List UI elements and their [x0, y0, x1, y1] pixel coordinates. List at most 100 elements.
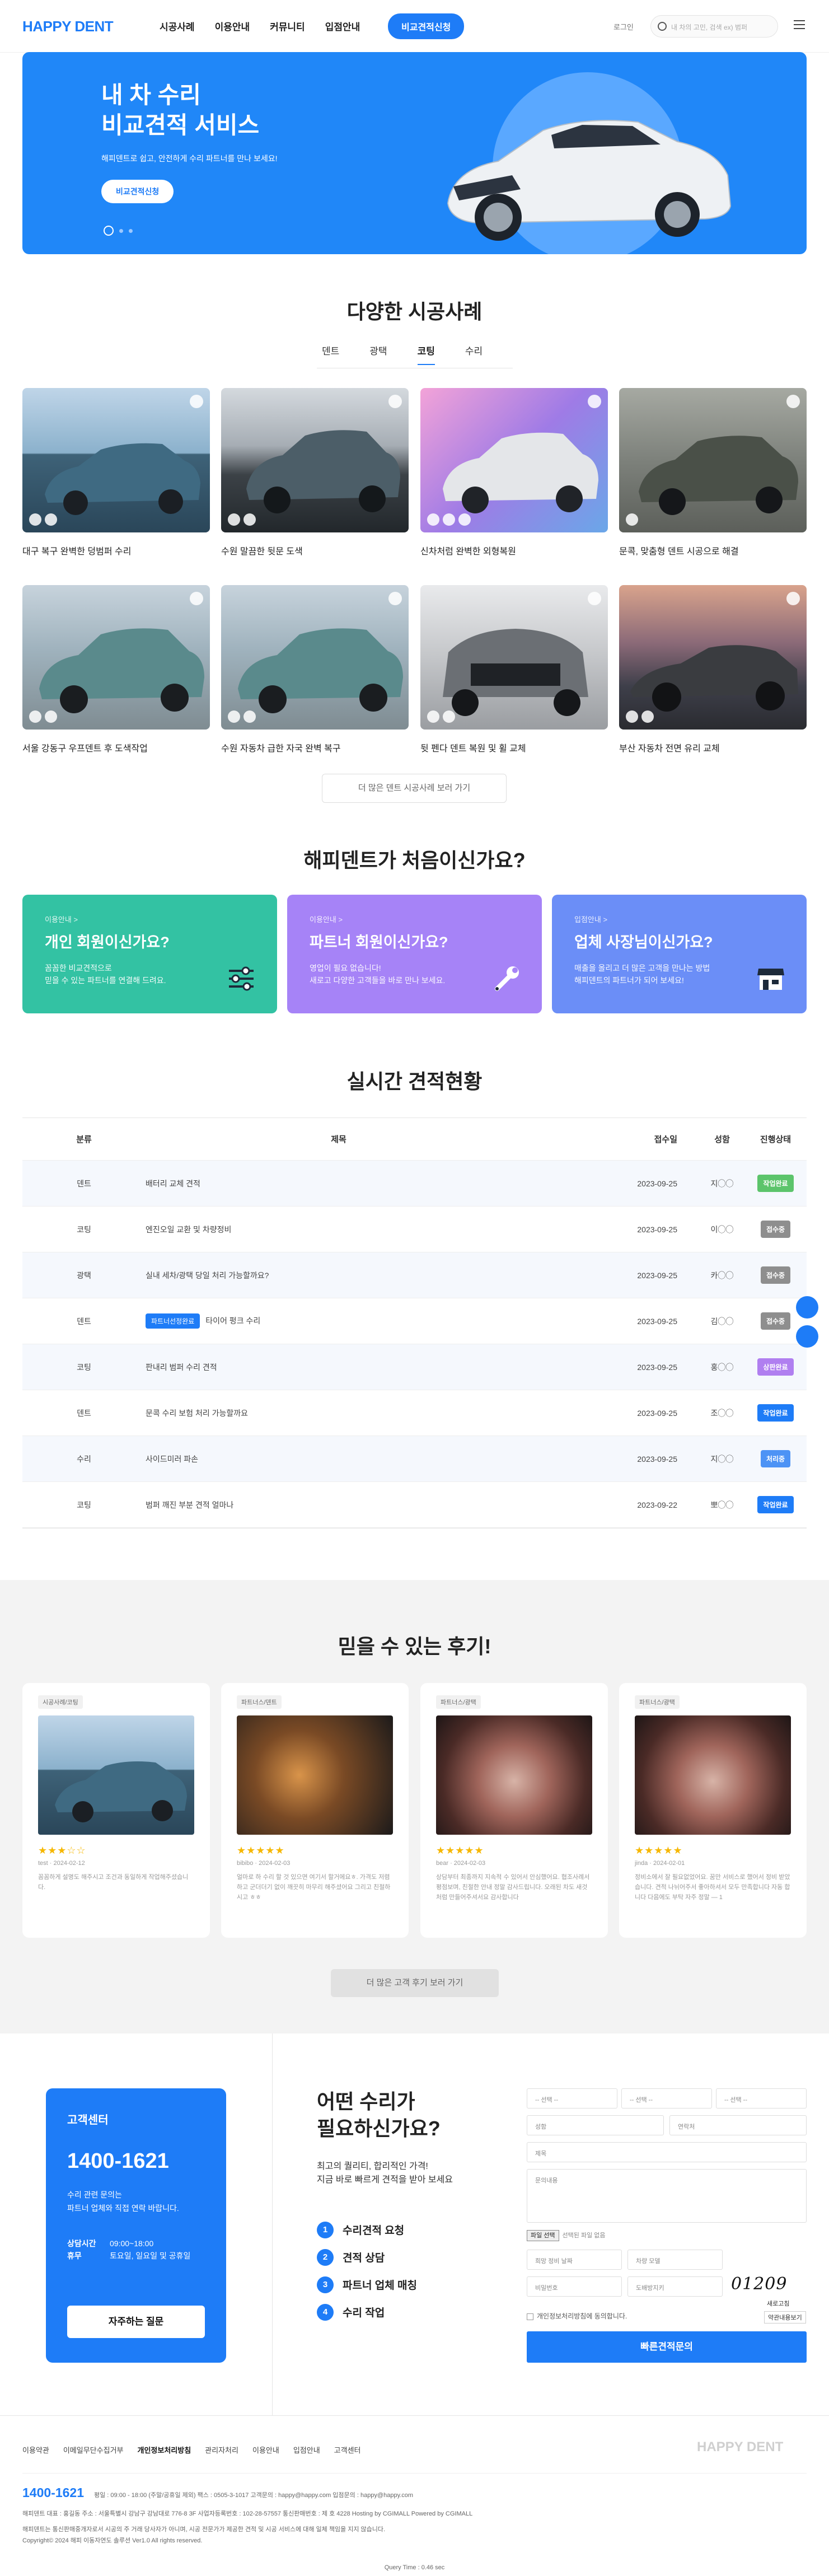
- carousel-dot[interactable]: [104, 226, 114, 236]
- category-select[interactable]: -- 선택 --: [716, 2088, 807, 2109]
- row-title[interactable]: 타이어 펑크 수리: [205, 1316, 260, 1325]
- footer-link[interactable]: 이메일무단수집거부: [63, 2444, 124, 2455]
- bookmark-icon[interactable]: [388, 395, 402, 408]
- review-card[interactable]: 파트너스/광택 ★★★★★ bear · 2024-02-03 상담부터 최종까…: [420, 1683, 608, 1938]
- row-title-cell[interactable]: 판내리 범퍼 수리 견적: [146, 1362, 532, 1373]
- row-title-cell[interactable]: 배터리 교체 견적: [146, 1178, 532, 1189]
- footer-link[interactable]: 개인정보처리방침: [137, 2444, 191, 2455]
- carousel-dots[interactable]: [104, 226, 133, 236]
- logo[interactable]: HAPPY DENT: [22, 18, 114, 35]
- footer-link[interactable]: 입점안내: [293, 2444, 320, 2455]
- carousel-dot[interactable]: [119, 228, 123, 233]
- row-title[interactable]: 배터리 교체 견적: [146, 1179, 200, 1188]
- table-row[interactable]: 코팅 범퍼 깨진 부분 견적 얼마나 2023-09-22 뽀◯◯ 작업완료: [22, 1482, 807, 1528]
- category-select[interactable]: -- 선택 --: [621, 2088, 712, 2109]
- captcha-field[interactable]: 도배방지키: [627, 2276, 723, 2297]
- table-row[interactable]: 광택 실내 세차/광택 당일 처리 가능할까요? 2023-09-25 카◯◯ 접수중: [22, 1252, 807, 1298]
- carousel-dot[interactable]: [129, 228, 133, 233]
- review-card[interactable]: 시공사례/코팅 ★★★☆☆ test · 2024-02-12 꼼꼼하게 설명도…: [22, 1683, 210, 1938]
- submit-button[interactable]: 빠른견적문의: [527, 2331, 807, 2363]
- row-title-cell[interactable]: 범퍼 깨진 부분 견적 얼마나: [146, 1499, 532, 1511]
- faq-button[interactable]: 자주하는 질문: [67, 2306, 205, 2338]
- case-card[interactable]: 뒷 펜다 덴트 복원 및 휠 교체: [420, 585, 608, 754]
- date-field[interactable]: 희망 정비 날짜: [527, 2250, 622, 2270]
- file-select-button[interactable]: 파일 선택: [527, 2230, 559, 2241]
- tab-repair[interactable]: 수리: [465, 343, 483, 365]
- agree-checkbox[interactable]: [527, 2313, 533, 2320]
- table-row[interactable]: 덴트 문콕 수리 보험 처리 가능할까요 2023-09-25 조◯◯ 작업완료: [22, 1390, 807, 1436]
- column-header: 제목: [331, 1135, 346, 1144]
- name-field[interactable]: 성함: [527, 2115, 664, 2135]
- row-title[interactable]: 엔진오일 교환 및 차량정비: [146, 1225, 231, 1234]
- tab-polish[interactable]: 광택: [369, 343, 387, 365]
- car-model-field[interactable]: 차량 모델: [627, 2250, 723, 2270]
- bookmark-icon[interactable]: [588, 592, 601, 605]
- case-card[interactable]: 신차처럼 완벽한 외형복원: [420, 388, 608, 557]
- row-date: 2023-09-25: [637, 1454, 677, 1464]
- menu-icon[interactable]: [794, 20, 805, 32]
- case-card[interactable]: 문콕, 맞춤형 덴트 시공으로 해결: [619, 388, 807, 557]
- table-header: 분류 제목 접수일 성함 진행상태: [22, 1118, 807, 1161]
- review-card[interactable]: 파트너스/광택 ★★★★★ jinda · 2024-02-01 정비소에서 잘…: [619, 1683, 807, 1938]
- table-row[interactable]: 코팅 엔진오일 교환 및 차량정비 2023-09-25 이◯◯ 접수중: [22, 1207, 807, 1252]
- case-card[interactable]: 수원 자동차 급한 자국 완벽 복구: [221, 585, 409, 754]
- business-owner-card[interactable]: 입점안내 > 업체 사장님이신가요? 매출을 올리고 더 많은 고객을 만나는 …: [552, 895, 807, 1013]
- table-row[interactable]: 수리 사이드미러 파손 2023-09-25 지◯◯ 처리중: [22, 1436, 807, 1482]
- row-title[interactable]: 범퍼 깨진 부분 견적 얼마나: [146, 1500, 233, 1509]
- review-card[interactable]: 파트너스/덴트 ★★★★★ bibibo · 2024-02-03 얼마로 하 …: [221, 1683, 409, 1938]
- more-cases-button[interactable]: 더 많은 덴트 시공사례 보러 가기: [322, 774, 507, 803]
- search-input[interactable]: 내 차의 고민, 검색 ex) 범퍼: [650, 15, 778, 38]
- footer-link[interactable]: 관리자처리: [205, 2444, 238, 2455]
- case-card[interactable]: 대구 복구 완벽한 덩범퍼 수리: [22, 388, 210, 557]
- table-row[interactable]: 코팅 판내리 범퍼 수리 견적 2023-09-25 홍◯◯ 상판완료: [22, 1344, 807, 1390]
- row-title-cell[interactable]: 사이드미러 파손: [146, 1453, 532, 1465]
- login-link[interactable]: 로그인: [613, 21, 634, 32]
- nav-item-cases[interactable]: 시공사례: [160, 19, 195, 33]
- bookmark-icon[interactable]: [190, 395, 203, 408]
- main-nav: 시공사례 이용안내 커뮤니티 입점안내: [160, 19, 360, 33]
- captcha-refresh-button[interactable]: 새로고침: [767, 2299, 789, 2308]
- case-card[interactable]: 서울 강동구 우프덴트 후 도색작업: [22, 585, 210, 754]
- row-title-cell[interactable]: 실내 세차/광택 당일 처리 가능할까요?: [146, 1270, 532, 1281]
- bookmark-icon[interactable]: [786, 395, 800, 408]
- scroll-down-button[interactable]: [796, 1325, 818, 1348]
- hero-estimate-button[interactable]: 비교견적신청: [101, 180, 174, 203]
- nav-item-partner[interactable]: 입점안내: [325, 19, 360, 33]
- category-select[interactable]: -- 선택 --: [527, 2088, 617, 2109]
- footer-link[interactable]: 이용약관: [22, 2444, 49, 2455]
- view-terms-button[interactable]: 약관내용보기: [764, 2311, 806, 2323]
- footer-link[interactable]: 고객센터: [334, 2444, 361, 2455]
- row-title-cell[interactable]: 문콕 수리 보험 처리 가능할까요: [146, 1408, 532, 1419]
- footer-link[interactable]: 이용안내: [252, 2444, 279, 2455]
- estimate-cta-button[interactable]: 비교견적신청: [388, 13, 465, 39]
- review-category: 파트너스/광택: [635, 1695, 680, 1709]
- tab-coating[interactable]: 코팅: [417, 343, 435, 365]
- privacy-agree[interactable]: 개인정보처리방침에 동의합니다.: [527, 2311, 627, 2321]
- content-field[interactable]: 문의내용: [527, 2169, 807, 2223]
- personal-member-card[interactable]: 이용안내 > 개인 회원이신가요? 꼼꼼한 비교견적으로 믿을 수 있는 파트너…: [22, 895, 277, 1013]
- row-title[interactable]: 판내리 범퍼 수리 견적: [146, 1363, 217, 1372]
- case-card[interactable]: 부산 자동차 전면 유리 교체: [619, 585, 807, 754]
- bookmark-icon[interactable]: [190, 592, 203, 605]
- table-row[interactable]: 덴트 파트너선정완료 타이어 펑크 수리 2023-09-25 김◯◯ 접수중: [22, 1298, 807, 1344]
- row-title-cell[interactable]: 엔진오일 교환 및 차량정비: [146, 1224, 532, 1235]
- row-title-cell[interactable]: 파트너선정완료 타이어 펑크 수리: [146, 1313, 532, 1329]
- bookmark-icon[interactable]: [786, 592, 800, 605]
- row-name: 홍◯◯: [710, 1362, 734, 1372]
- title-field[interactable]: 제목: [527, 2142, 807, 2162]
- nav-item-community[interactable]: 커뮤니티: [270, 19, 305, 33]
- tab-dent[interactable]: 덴트: [322, 343, 339, 365]
- case-card[interactable]: 수원 말끔한 뒷문 도색: [221, 388, 409, 557]
- partner-member-card[interactable]: 이용안내 > 파트너 회원이신가요? 영업이 필요 없습니다! 새로고 다양한 …: [287, 895, 542, 1013]
- phone-field[interactable]: 연락처: [669, 2115, 807, 2135]
- scroll-up-button[interactable]: [796, 1296, 818, 1319]
- bookmark-icon[interactable]: [588, 395, 601, 408]
- row-title[interactable]: 사이드미러 파손: [146, 1455, 198, 1464]
- password-field[interactable]: 비밀번호: [527, 2276, 622, 2297]
- nav-item-guide[interactable]: 이용안내: [215, 19, 250, 33]
- row-title[interactable]: 실내 세차/광택 당일 처리 가능할까요?: [146, 1271, 269, 1280]
- table-row[interactable]: 덴트 배터리 교체 견적 2023-09-25 지◯◯ 작업완료: [22, 1161, 807, 1207]
- row-title[interactable]: 문콕 수리 보험 처리 가능할까요: [146, 1409, 248, 1418]
- more-reviews-button[interactable]: 더 많은 고객 후기 보러 가기: [331, 1969, 499, 1997]
- bookmark-icon[interactable]: [388, 592, 402, 605]
